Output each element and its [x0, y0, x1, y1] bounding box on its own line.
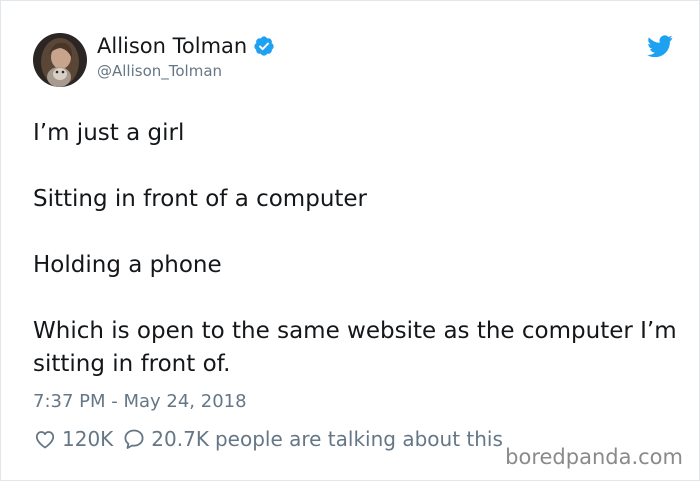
talking-label[interactable]: people are talking about this	[215, 425, 503, 453]
reply-button[interactable]: 20.7K	[122, 425, 209, 453]
tweet-header: Allison Tolman @Allison_Tolman	[33, 33, 673, 87]
tweet-line: I’m just a girl	[33, 120, 185, 146]
tweet-actions: 120K 20.7K people are talking about this	[33, 425, 503, 453]
tweet-line: Sitting in front of a computer	[33, 186, 368, 212]
tweet-card: Allison Tolman @Allison_Tolman I’m just …	[0, 0, 700, 481]
like-button[interactable]: 120K	[33, 425, 113, 453]
display-name[interactable]: Allison Tolman	[97, 33, 247, 59]
tweet-timestamp[interactable]: 7:37 PM - May 24, 2018	[33, 389, 247, 415]
avatar-photo-icon	[33, 33, 87, 87]
heart-icon	[35, 431, 55, 449]
avatar[interactable]	[33, 33, 87, 87]
watermark: boredpanda.com	[505, 445, 683, 469]
tweet-text: I’m just a girl Sitting in front of a co…	[33, 117, 683, 381]
speech-bubble-icon	[124, 429, 144, 449]
tweet-line: Which is open to the same website as the…	[33, 318, 677, 377]
author-handle[interactable]: @Allison_Tolman	[97, 61, 275, 81]
like-count: 120K	[62, 427, 114, 451]
reply-count: 20.7K	[151, 427, 209, 451]
tweet-line: Holding a phone	[33, 252, 222, 278]
verified-badge-icon	[254, 36, 274, 56]
twitter-bird-icon[interactable]	[647, 35, 673, 57]
author-info: Allison Tolman @Allison_Tolman	[97, 33, 275, 81]
display-name-row: Allison Tolman	[97, 33, 275, 59]
